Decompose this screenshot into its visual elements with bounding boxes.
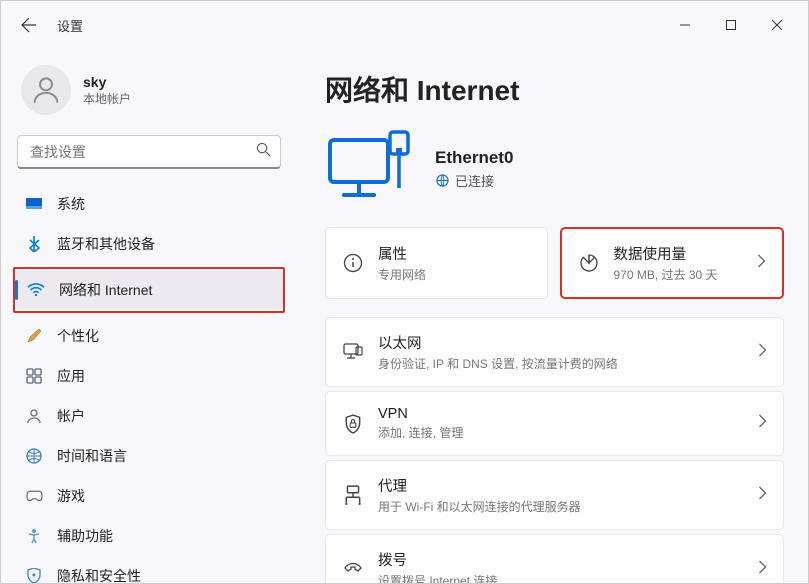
shield-icon xyxy=(25,567,43,583)
chevron-right-icon xyxy=(757,254,766,273)
card-title: 属性 xyxy=(378,243,531,264)
window-title: 设置 xyxy=(57,16,83,35)
user-account[interactable]: sky 本地帐户 xyxy=(9,57,289,131)
user-info: sky 本地帐户 xyxy=(83,74,131,107)
card-sub: 970 MB, 过去 30 天 xyxy=(614,266,744,283)
search-icon xyxy=(256,142,271,162)
properties-card[interactable]: 属性 专用网络 xyxy=(325,227,548,299)
nav-label: 帐户 xyxy=(57,406,85,426)
list-item-proxy[interactable]: 代理 用于 Wi-Fi 和以太网连接的代理服务器 xyxy=(325,460,784,530)
nav-label: 时间和语言 xyxy=(57,446,127,466)
connection-status: 已连接 xyxy=(435,171,513,190)
vpn-shield-icon xyxy=(342,413,364,435)
titlebar: 设置 xyxy=(1,1,808,49)
card-sub: 专用网络 xyxy=(378,266,531,283)
nav-label: 游戏 xyxy=(57,486,85,506)
list-item-ethernet[interactable]: 以太网 身份验证, IP 和 DNS 设置, 按流量计费的网络 xyxy=(325,317,784,387)
globe-icon xyxy=(435,174,449,188)
sidebar-item-apps[interactable]: 应用 xyxy=(13,357,285,395)
info-icon xyxy=(342,252,364,274)
sidebar-item-privacy[interactable]: 隐私和安全性 xyxy=(13,557,285,583)
gaming-icon xyxy=(25,487,43,505)
chevron-right-icon xyxy=(758,486,767,505)
window-controls xyxy=(662,9,800,41)
page-title: 网络和 Internet xyxy=(325,69,784,109)
sidebar-item-accounts[interactable]: 帐户 xyxy=(13,397,285,435)
close-icon xyxy=(772,20,782,30)
sidebar-item-gaming[interactable]: 游戏 xyxy=(13,477,285,515)
main-content: 网络和 Internet Ethernet0 xyxy=(301,49,808,583)
arrow-left-icon xyxy=(21,17,37,33)
search-input[interactable] xyxy=(17,135,281,169)
search-box xyxy=(17,135,281,169)
accessibility-icon xyxy=(25,527,43,545)
sidebar-item-time[interactable]: 时间和语言 xyxy=(13,437,285,475)
nav-label: 辅助功能 xyxy=(57,526,113,546)
account-icon xyxy=(25,407,43,425)
nav-label: 个性化 xyxy=(57,326,99,346)
clock-globe-icon xyxy=(25,447,43,465)
ethernet-icon xyxy=(342,341,364,363)
item-sub: 添加, 连接, 管理 xyxy=(378,424,744,441)
wifi-icon xyxy=(27,281,45,299)
item-sub: 用于 Wi-Fi 和以太网连接的代理服务器 xyxy=(378,498,744,515)
sidebar-item-personalization[interactable]: 个性化 xyxy=(13,317,285,355)
nav-label: 蓝牙和其他设备 xyxy=(57,234,155,254)
maximize-icon xyxy=(726,20,736,30)
card-title: 数据使用量 xyxy=(614,243,744,264)
username: sky xyxy=(83,74,131,90)
nav-label: 网络和 Internet xyxy=(59,280,152,300)
minimize-button[interactable] xyxy=(662,9,708,41)
item-title: 拨号 xyxy=(378,549,744,570)
connection-hero: Ethernet0 已连接 xyxy=(325,129,784,209)
monitor-ethernet-icon xyxy=(325,129,415,209)
nav-label: 应用 xyxy=(57,366,85,386)
proxy-icon xyxy=(342,484,364,506)
nav-label: 隐私和安全性 xyxy=(57,566,141,583)
chevron-right-icon xyxy=(758,414,767,433)
apps-icon xyxy=(25,367,43,385)
connection-info: Ethernet0 已连接 xyxy=(435,148,513,190)
chevron-right-icon xyxy=(758,560,767,579)
minimize-icon xyxy=(680,20,690,30)
nav-label: 系统 xyxy=(57,194,85,214)
brush-icon xyxy=(25,327,43,345)
summary-cards: 属性 专用网络 数据使用量 970 MB, 过去 30 天 xyxy=(325,227,784,299)
item-title: VPN xyxy=(378,406,744,422)
close-button[interactable] xyxy=(754,9,800,41)
dialup-phone-icon xyxy=(342,558,364,580)
sidebar: sky 本地帐户 系统 蓝牙和其他设备 网络和 Internet xyxy=(1,49,301,583)
data-usage-card[interactable]: 数据使用量 970 MB, 过去 30 天 xyxy=(560,227,785,299)
nav: 系统 蓝牙和其他设备 网络和 Internet 个性化 应用 xyxy=(9,185,289,583)
item-sub: 身份验证, IP 和 DNS 设置, 按流量计费的网络 xyxy=(378,355,744,372)
settings-list: 以太网 身份验证, IP 和 DNS 设置, 按流量计费的网络 VPN 添加, … xyxy=(325,317,784,583)
person-icon xyxy=(29,73,63,107)
bluetooth-icon xyxy=(25,235,43,253)
item-title: 以太网 xyxy=(378,332,744,353)
sidebar-item-system[interactable]: 系统 xyxy=(13,185,285,223)
item-sub: 设置拨号 Internet 连接 xyxy=(378,572,744,583)
pie-chart-icon xyxy=(578,252,600,274)
system-icon xyxy=(25,195,43,213)
item-title: 代理 xyxy=(378,475,744,496)
list-item-dialup[interactable]: 拨号 设置拨号 Internet 连接 xyxy=(325,534,784,583)
sidebar-item-network[interactable]: 网络和 Internet xyxy=(15,271,283,309)
sidebar-item-bluetooth[interactable]: 蓝牙和其他设备 xyxy=(13,225,285,263)
account-type: 本地帐户 xyxy=(83,90,131,107)
connection-name: Ethernet0 xyxy=(435,148,513,168)
sidebar-item-accessibility[interactable]: 辅助功能 xyxy=(13,517,285,555)
avatar xyxy=(21,65,71,115)
back-button[interactable] xyxy=(9,5,49,45)
chevron-right-icon xyxy=(758,343,767,362)
highlighted-nav-item: 网络和 Internet xyxy=(13,267,285,313)
maximize-button[interactable] xyxy=(708,9,754,41)
list-item-vpn[interactable]: VPN 添加, 连接, 管理 xyxy=(325,391,784,456)
